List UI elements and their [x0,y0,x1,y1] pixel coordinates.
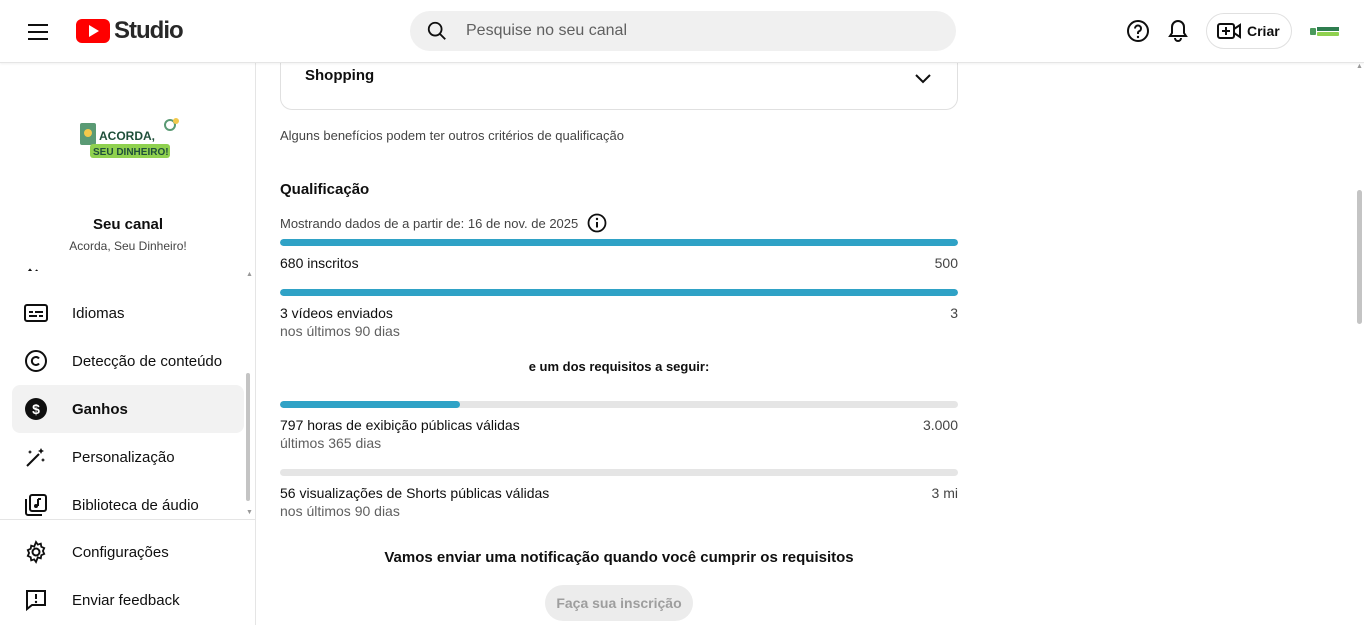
sidebar-item-label: Enviar feedback [72,591,180,609]
progress-bar-videos [280,289,958,296]
sidebar: ACORDA, SEU DINHEIRO! Seu canal Acorda, … [0,63,256,625]
channel-title: Seu canal [92,216,164,233]
youtube-play-icon [76,19,110,43]
sidebar-item-label: Personalização [72,448,175,466]
channel-logo-line-1: ACORDA, [99,129,155,143]
sidebar-item-feedback[interactable]: Enviar feedback [12,576,244,624]
sidebar-item-biblioteca-audio[interactable]: Biblioteca de áudio [12,481,244,529]
search-input[interactable] [466,22,906,40]
sidebar-item-configuracoes[interactable]: Configurações [12,528,244,576]
sidebar-item-label: Ganhos [72,400,128,418]
progress-bar-subscribers [280,239,958,246]
subscribe-button[interactable]: Faça sua inscrição [545,585,693,621]
requirement-target: 3 [950,305,958,321]
sidebar-item-label: Configurações [72,543,169,561]
magic-wand-icon [24,445,48,469]
info-icon[interactable] [586,212,608,234]
chevron-down-icon[interactable] [911,67,935,91]
channel-logo-line-2: SEU DINHEIRO! [93,147,169,158]
requirement-target: 500 [934,255,958,271]
sidebar-item-idiomas[interactable]: Idiomas [12,289,244,337]
sidebar-item-personalizacao[interactable]: Personalização [12,433,244,481]
feedback-icon [24,588,48,612]
notifications-bell-icon[interactable] [1164,17,1192,45]
subtitles-icon [24,301,48,325]
progress-fill [280,401,461,408]
progress-fill [280,289,958,296]
requirement-target: 3 mi [931,485,958,501]
notification-message: Vamos enviar uma notificação quando você… [384,549,854,566]
sidebar-divider [0,519,256,520]
sidebar-item-label: Idiomas [72,304,125,322]
progress-bar-watch-hours [280,401,958,408]
studio-logo[interactable]: Studio [76,16,184,46]
requirement-period: últimos 365 dias [280,435,382,451]
progress-bar-shorts-views [280,469,958,476]
criteria-note: Alguns benefícios podem ter outros crité… [280,128,624,143]
search-bar[interactable] [410,11,956,51]
video-add-icon [1217,23,1241,39]
qualification-title: Qualificação [280,181,370,198]
page-scrollbar[interactable] [1357,190,1362,324]
create-button[interactable]: Criar [1206,13,1292,49]
one-of-requirements-note: e um dos requisitos a seguir: [528,359,710,374]
qualification-date: Mostrando dados de a partir de: 16 de no… [280,212,608,234]
partial-nav-icon [24,263,48,271]
sidebar-item-ganhos[interactable]: $ Ganhos [12,385,244,433]
sidebar-item-label: Biblioteca de áudio [72,496,199,514]
requirement-period: nos últimos 90 dias [280,503,400,519]
dollar-icon: $ [24,397,48,421]
search-icon [426,19,450,43]
requirement-target: 3.000 [922,417,958,433]
hamburger-menu-icon[interactable] [22,16,54,48]
audio-library-icon [24,493,48,517]
scroll-up-arrow-icon[interactable]: ▲ [246,271,253,278]
channel-logo[interactable]: ACORDA, SEU DINHEIRO! [74,115,182,161]
shopping-label: Shopping [305,67,375,84]
sidebar-scrollbar[interactable] [246,373,250,501]
top-bar: Studio Criar [0,0,1364,63]
date-text: Mostrando dados de a partir de: 16 de no… [280,215,579,231]
page-scroll-up-icon[interactable]: ▲ [1356,63,1363,70]
create-label: Criar [1247,23,1280,39]
gear-icon [24,540,48,564]
requirement-period: nos últimos 90 dias [280,323,400,339]
account-avatar[interactable] [1310,20,1340,42]
copyright-icon [24,349,48,373]
sidebar-item-label: Detecção de conteúdo [72,352,223,370]
sidebar-item-deteccao[interactable]: Detecção de conteúdo [12,337,244,385]
svg-text:$: $ [32,401,40,417]
logo-text: Studio [114,17,184,44]
help-icon[interactable] [1124,17,1152,45]
main-content: Shopping Alguns benefícios podem ter out… [256,51,1356,625]
scroll-down-arrow-icon[interactable]: ▼ [246,509,253,516]
progress-fill [280,239,958,246]
channel-name: Acorda, Seu Dinheiro! [69,239,187,253]
